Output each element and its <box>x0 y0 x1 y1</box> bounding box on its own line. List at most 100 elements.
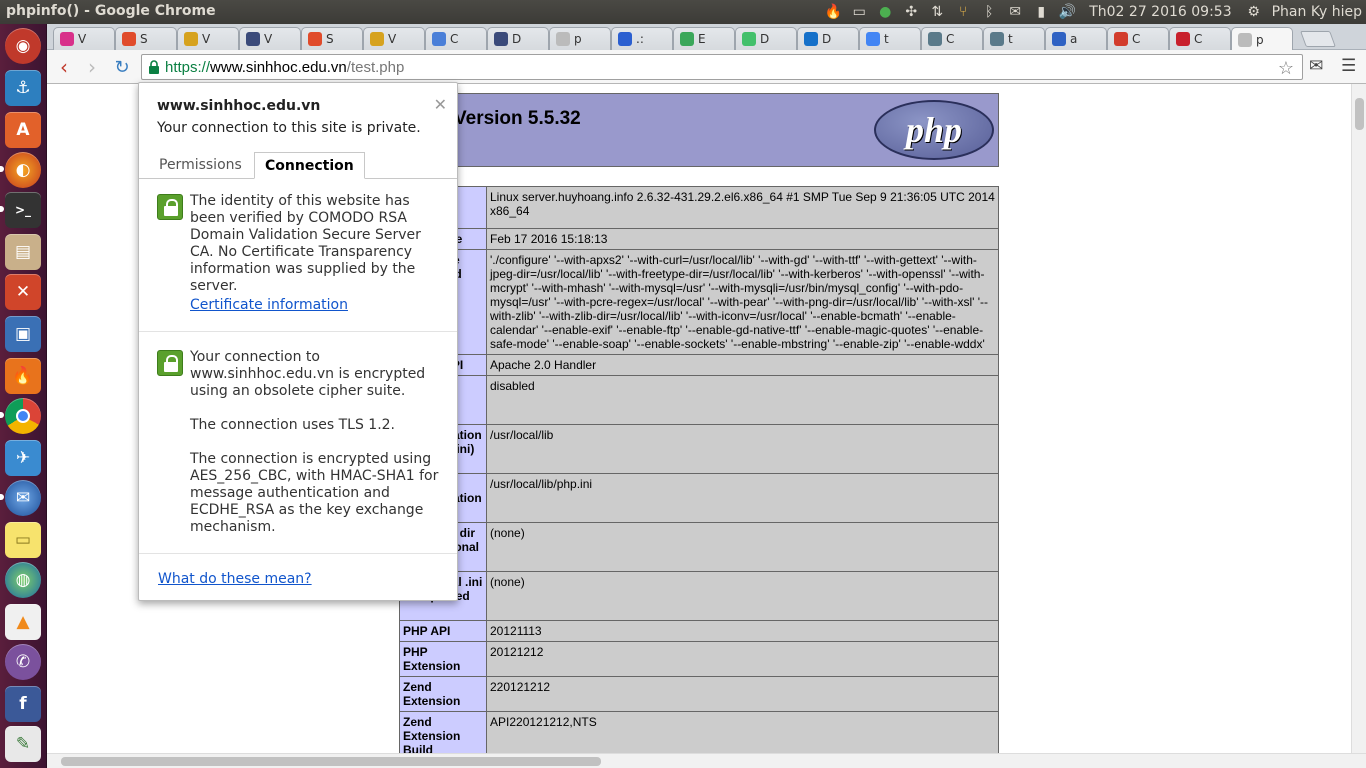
vertical-scroll-thumb[interactable] <box>1355 98 1364 130</box>
php-value: /usr/local/lib <box>486 424 999 474</box>
remote-desktop-icon[interactable]: ▣ <box>5 316 41 352</box>
thunderbird-icon[interactable]: ✉ <box>5 480 41 516</box>
php-key: Zend Extension Build <box>399 711 487 753</box>
php-key: PHP Extension <box>399 641 487 677</box>
url-host: www.sinhhoc.edu.vn <box>210 58 347 76</box>
volume-icon[interactable]: 🔊 <box>1057 2 1077 22</box>
refresh-sync-icon[interactable]: ✣ <box>901 2 921 22</box>
lock-icon <box>157 350 183 376</box>
php-value: Feb 17 2016 15:18:13 <box>486 228 999 250</box>
tab-1[interactable]: S <box>115 27 177 50</box>
back-icon[interactable]: ‹ <box>51 54 77 80</box>
tab-strip: V S V V S V C Dp.: E D Dt Ct a C Cp <box>47 24 1366 51</box>
horizontal-scrollbar[interactable] <box>47 753 1366 768</box>
lock-icon[interactable] <box>148 60 160 74</box>
browser-globe-icon[interactable]: ● <box>875 2 895 22</box>
certificate-info-link[interactable]: Certificate information <box>190 297 440 314</box>
tab-10[interactable]: E <box>673 27 735 50</box>
burner-icon[interactable]: 🔥 <box>5 358 41 394</box>
tab-6[interactable]: C <box>425 27 487 50</box>
share-icon[interactable]: ⑂ <box>953 2 973 22</box>
globe-app-icon[interactable]: ◍ <box>5 562 41 598</box>
settings-tools-icon[interactable]: ✕ <box>5 274 41 310</box>
bubble-site-name: www.sinhhoc.edu.vn <box>157 98 321 114</box>
php-value: (none) <box>486 522 999 572</box>
tab-title: C <box>946 32 955 46</box>
tab-5[interactable]: V <box>363 27 425 50</box>
tab-8[interactable]: p <box>549 27 611 50</box>
address-bar[interactable]: https://www.sinhhoc.edu.vn/test.php ☆ <box>141 54 1303 80</box>
vlc-icon[interactable]: ▲ <box>5 604 41 640</box>
facebook-icon[interactable]: f <box>5 686 41 722</box>
tab-connection[interactable]: Connection <box>254 152 365 179</box>
tab-15[interactable]: t <box>983 27 1045 50</box>
tab-16[interactable]: a <box>1045 27 1107 50</box>
network-transfer-icon[interactable]: ⇅ <box>927 2 947 22</box>
viber-icon[interactable]: ✆ <box>5 644 41 680</box>
bluetooth-icon[interactable]: ᛒ <box>979 2 999 22</box>
tab-title: C <box>450 32 459 46</box>
text-editor-icon[interactable]: ✎ <box>5 726 41 762</box>
close-icon[interactable]: ✕ <box>434 95 447 114</box>
tab-19[interactable]: p <box>1231 27 1293 51</box>
tab-title: p <box>574 32 582 46</box>
menu-icon[interactable]: ☰ <box>1341 56 1356 76</box>
user-name[interactable]: Phan Ky hiep <box>1272 4 1362 20</box>
bird-app-icon[interactable]: ✈ <box>5 440 41 476</box>
top-panel: phpinfo() - Google Chrome 🔥 ▭ ● ✣ ⇅ ⑂ ᛒ … <box>0 0 1366 24</box>
tab-permissions[interactable]: Permissions <box>149 152 252 179</box>
tab-favicon-icon <box>804 32 818 46</box>
tab-favicon-icon <box>246 32 260 46</box>
php-info-table: SystemLinux server.huyhoang.info 2.6.32-… <box>399 186 999 753</box>
tab-title: t <box>1008 32 1013 46</box>
file-manager-icon[interactable]: ▤ <box>5 234 41 270</box>
tab-title: a <box>1070 32 1078 46</box>
terminal-icon[interactable]: >_ <box>5 192 41 228</box>
php-logo[interactable]: php <box>874 100 994 160</box>
chrome-icon[interactable] <box>5 398 41 434</box>
php-key: PHP API <box>399 620 487 642</box>
tab-11[interactable]: D <box>735 27 797 50</box>
tab-17[interactable]: C <box>1107 27 1169 50</box>
mail-icon[interactable]: ✉ <box>1005 2 1025 22</box>
tab-title: D <box>512 32 522 46</box>
tab-title: S <box>326 32 334 46</box>
ubuntu-dash-icon[interactable]: ◉ <box>5 28 41 64</box>
table-row: Configure Command'./configure' '--with-a… <box>399 249 999 355</box>
horizontal-scroll-thumb[interactable] <box>61 757 601 766</box>
notes-icon[interactable]: ▭ <box>5 522 41 558</box>
tab-9[interactable]: .: <box>611 27 673 50</box>
tab-13[interactable]: t <box>859 27 921 50</box>
tab-12[interactable]: D <box>797 27 859 50</box>
tab-title: t <box>884 32 889 46</box>
clock[interactable]: Th02 27 2016 09:53 <box>1089 4 1231 20</box>
anchor-icon[interactable]: ⚓ <box>5 70 41 106</box>
bubble-tabs: Permissions Connection <box>139 152 457 179</box>
new-tab-button[interactable] <box>1300 31 1336 47</box>
firefox-icon[interactable]: ◐ <box>5 152 41 188</box>
php-value: API220121212,NTS <box>486 711 999 753</box>
forward-icon[interactable]: › <box>79 54 105 80</box>
tab-0[interactable]: V <box>53 27 115 50</box>
tab-18[interactable]: C <box>1169 27 1231 50</box>
display-icon[interactable]: ▭ <box>849 2 869 22</box>
vertical-scrollbar[interactable] <box>1351 84 1366 753</box>
extension-icon[interactable]: ✉ <box>1309 56 1323 76</box>
software-center-icon[interactable]: A <box>5 112 41 148</box>
battery-icon[interactable]: ▮ <box>1031 2 1051 22</box>
reload-icon[interactable]: ↻ <box>109 54 135 80</box>
flame-icon[interactable]: 🔥 <box>823 2 843 22</box>
bubble-status: Your connection to this site is private. <box>157 120 421 136</box>
tab-4[interactable]: S <box>301 27 363 50</box>
tab-favicon-icon <box>1176 32 1190 46</box>
bookmark-star-icon[interactable]: ☆ <box>1278 58 1294 79</box>
connection-text-3: The connection is encrypted using AES_25… <box>190 451 439 535</box>
gear-icon[interactable]: ⚙ <box>1244 2 1264 22</box>
tab-7[interactable]: D <box>487 27 549 50</box>
tab-3[interactable]: V <box>239 27 301 50</box>
tab-favicon-icon <box>680 32 694 46</box>
help-link[interactable]: What do these mean? <box>158 571 312 587</box>
tab-14[interactable]: C <box>921 27 983 50</box>
tab-2[interactable]: V <box>177 27 239 50</box>
php-value: 20121212 <box>486 641 999 677</box>
